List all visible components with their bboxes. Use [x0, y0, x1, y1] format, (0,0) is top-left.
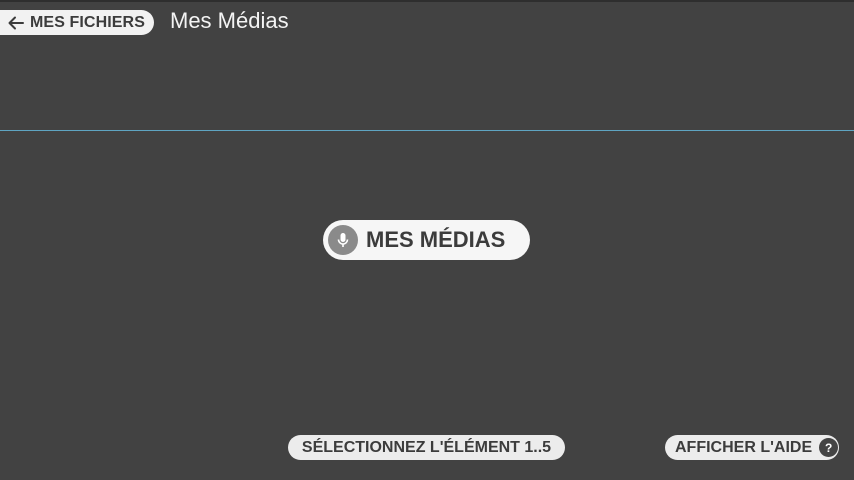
show-help-button[interactable]: AFFICHER L'AIDE ?	[665, 435, 839, 460]
back-button-label: MES FICHIERS	[30, 13, 145, 31]
divider	[0, 130, 854, 131]
arrow-left-icon	[7, 14, 25, 32]
voice-command-pill[interactable]: MES MÉDIAS	[323, 220, 530, 260]
page-title: Mes Médias	[170, 8, 289, 33]
voice-command-label: MES MÉDIAS	[366, 227, 506, 252]
back-button[interactable]: MES FICHIERS	[0, 10, 154, 35]
microphone-icon	[328, 225, 358, 255]
select-item-hint: SÉLECTIONNEZ L'ÉLÉMENT 1..5	[288, 435, 565, 460]
question-mark-icon: ?	[819, 438, 839, 457]
show-help-label: AFFICHER L'AIDE	[675, 438, 813, 456]
top-edge	[0, 0, 854, 2]
select-item-hint-label: SÉLECTIONNEZ L'ÉLÉMENT 1..5	[301, 438, 552, 456]
